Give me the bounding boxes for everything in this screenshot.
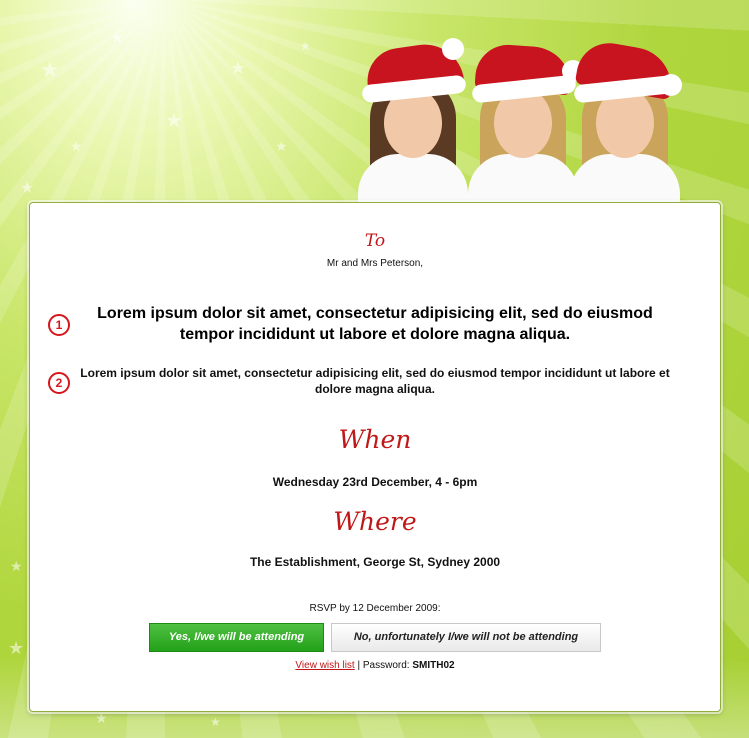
when-heading: When <box>338 425 412 454</box>
number-two-icon: 2 <box>48 372 70 394</box>
rsvp-deadline: RSVP by 12 December 2009: <box>309 603 441 614</box>
wish-list-row: View wish list | Password: SMITH02 <box>30 660 720 671</box>
event-location: The Establishment, George St, Sydney 200… <box>249 555 501 569</box>
where-heading: Where <box>333 507 417 536</box>
girl-figure <box>560 34 690 204</box>
attending-no-button[interactable]: No, unfortunately I/we will not be atten… <box>331 623 601 652</box>
recipient-name: Mr and Mrs Peterson, <box>326 258 424 269</box>
password-label: Password: <box>362 660 410 671</box>
attending-yes-button[interactable]: Yes, I/we will be attending <box>149 623 324 652</box>
number-one-icon: 1 <box>48 314 70 336</box>
separator: | <box>357 660 361 671</box>
item-one-text: Lorem ipsum dolor sit amet, consectetur … <box>97 305 653 343</box>
item-two-text: Lorem ipsum dolor sit amet, consectetur … <box>80 366 670 396</box>
view-wish-list-link[interactable]: View wish list <box>295 660 354 671</box>
invitation-card: To Mr and Mrs Peterson, 1 Lorem ipsum do… <box>29 202 721 712</box>
event-date: Wednesday 23rd December, 4 - 6pm <box>272 475 478 489</box>
christmas-girls-photo <box>340 28 720 204</box>
password-value: SMITH02 <box>412 660 455 671</box>
to-label: To <box>364 231 386 251</box>
